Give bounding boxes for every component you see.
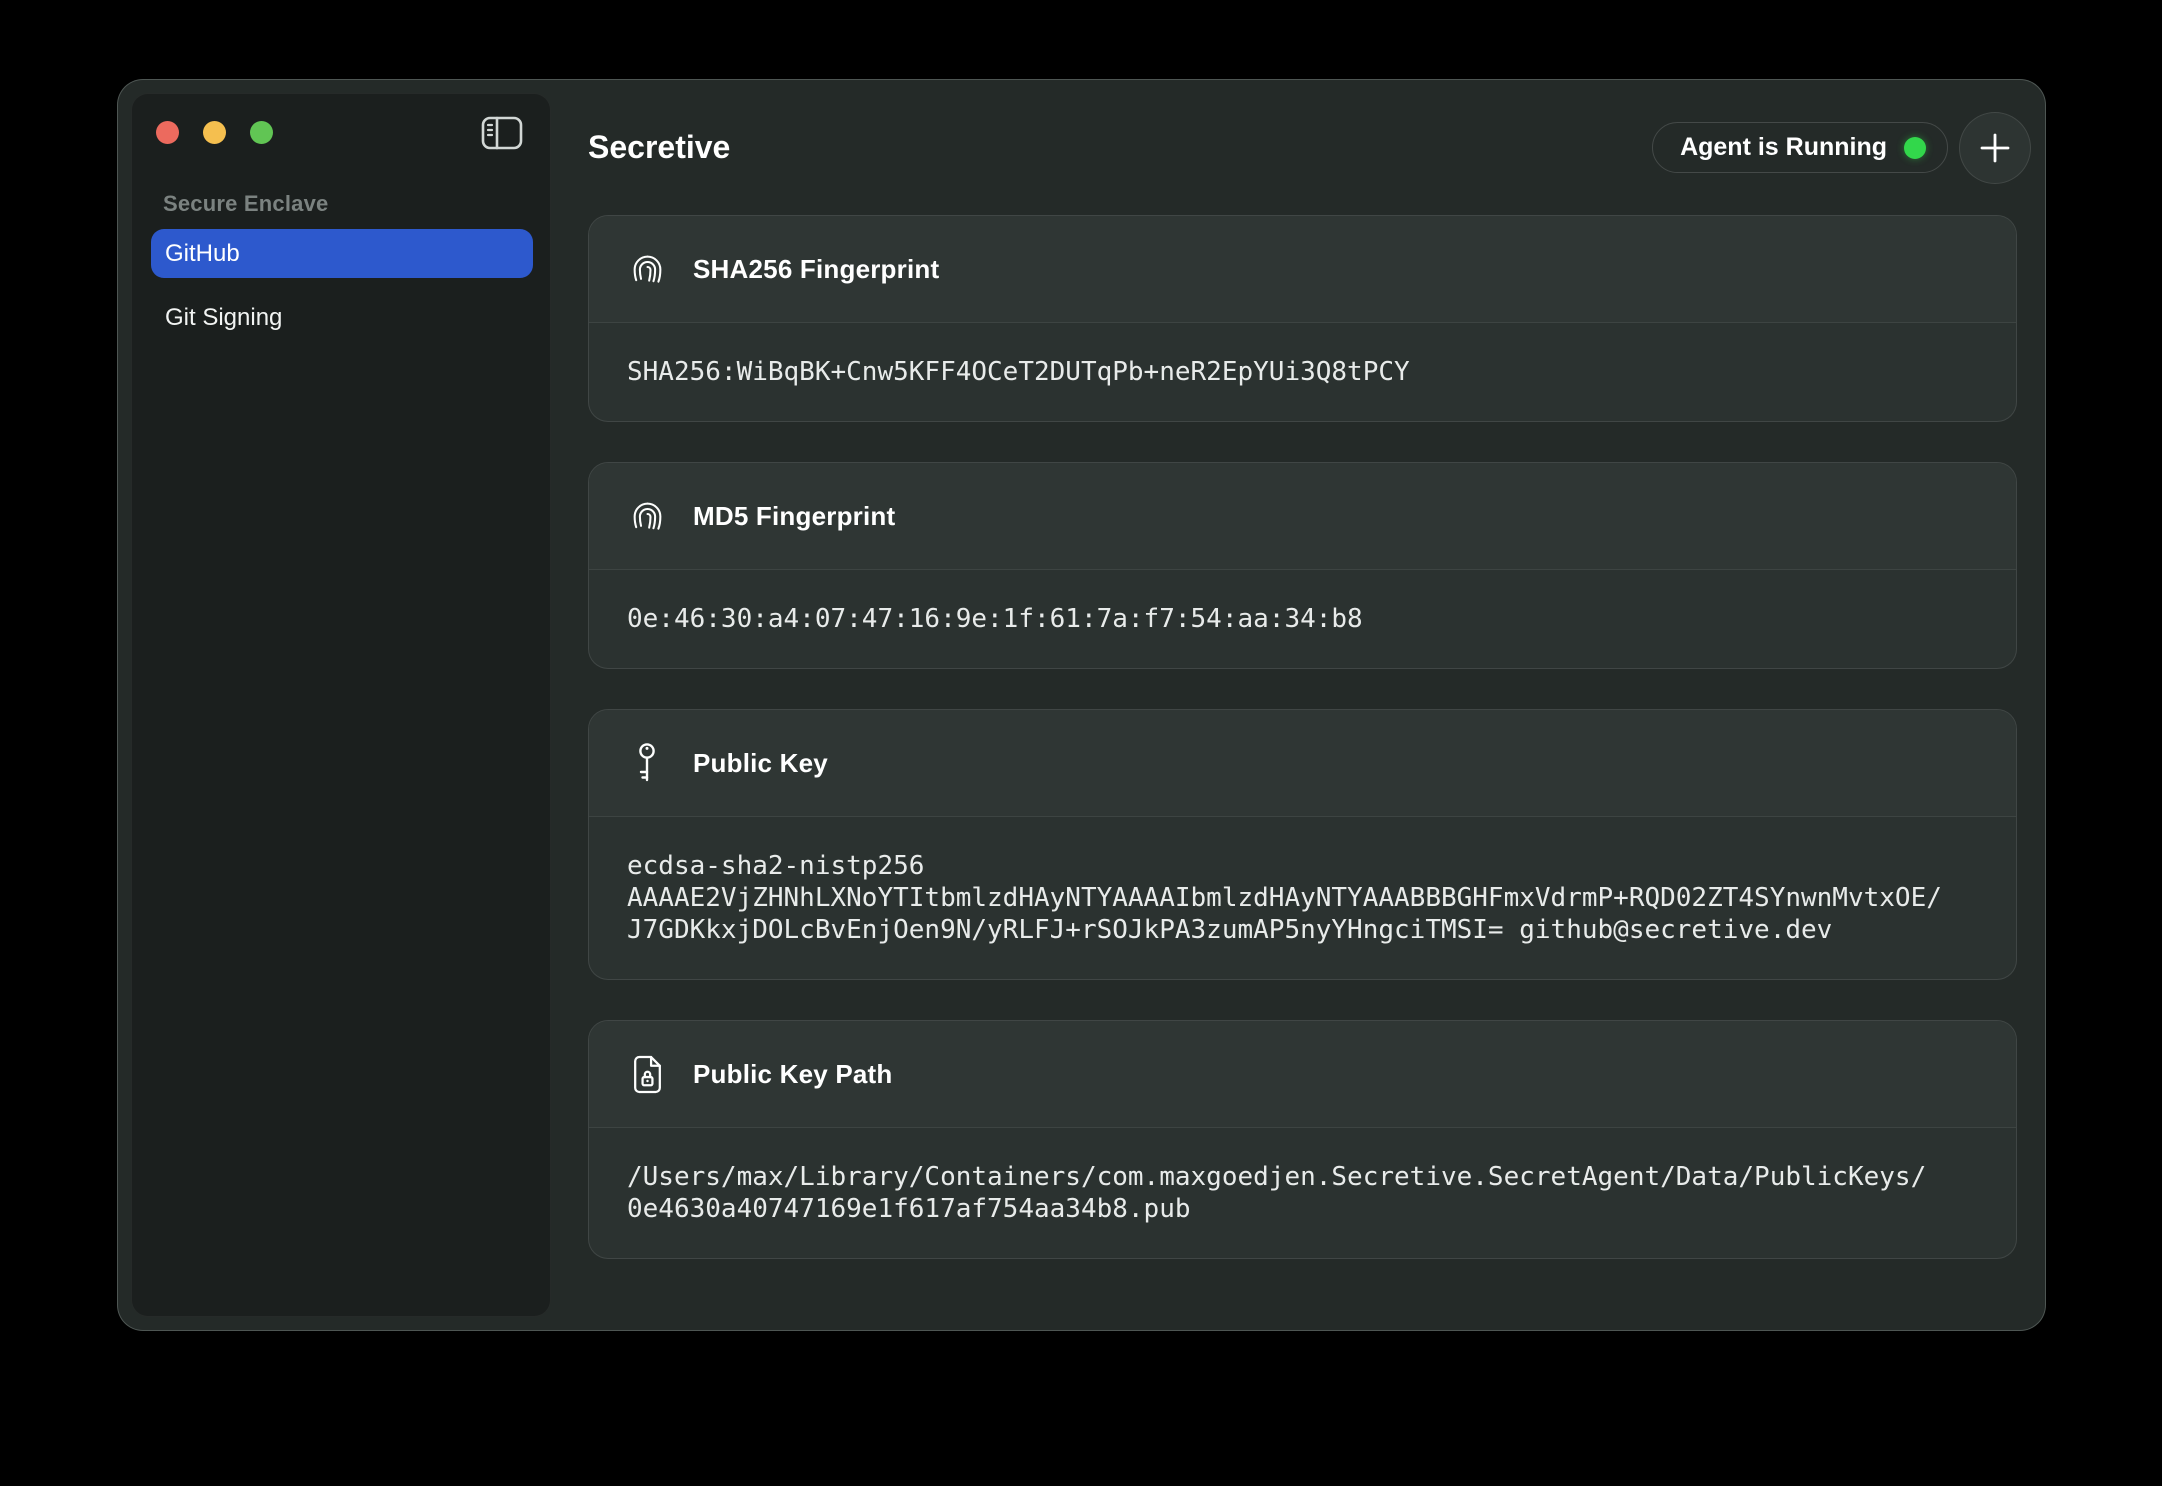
page-title: Secretive — [588, 129, 730, 166]
public-key-line: AAAAE2VjZHNhLXNoYTItbmlzdHAyNTYAAAAIbmlz… — [627, 882, 1978, 914]
card-title: SHA256 Fingerprint — [693, 254, 939, 285]
sidebar: Secure Enclave GitHub Git Signing — [131, 93, 551, 1317]
plus-icon — [1977, 130, 2013, 166]
card-title: Public Key Path — [693, 1059, 893, 1090]
sidebar-item-git-signing[interactable]: Git Signing — [151, 293, 533, 342]
sidebar-item-label: GitHub — [165, 240, 240, 268]
public-key-card: Public Key ecdsa-sha2-nistp256 AAAAE2VjZ… — [588, 709, 2017, 980]
sha256-fingerprint-card: SHA256 Fingerprint SHA256:WiBqBK+Cnw5KFF… — [588, 215, 2017, 422]
fingerprint-icon — [627, 498, 667, 535]
main-content: Secretive Agent is Running — [588, 80, 2045, 1330]
public-key-path-card: Public Key Path /Users/max/Library/Conta… — [588, 1020, 2017, 1259]
public-key-path-line: /Users/max/Library/Containers/com.maxgoe… — [627, 1161, 1978, 1193]
sidebar-toggle-button[interactable] — [480, 115, 524, 151]
card-header: Public Key Path — [589, 1021, 2016, 1128]
app-window: Secure Enclave GitHub Git Signing Secret… — [117, 79, 2046, 1331]
card-value: 0e:46:30:a4:07:47:16:9e:1f:61:7a:f7:54:a… — [589, 570, 2016, 668]
sidebar-section-label: Secure Enclave — [163, 191, 328, 217]
card-header: SHA256 Fingerprint — [589, 216, 2016, 323]
minimize-button[interactable] — [203, 121, 226, 144]
key-detail-cards: SHA256 Fingerprint SHA256:WiBqBK+Cnw5KFF… — [588, 215, 2017, 1259]
card-value: /Users/max/Library/Containers/com.maxgoe… — [589, 1128, 2016, 1258]
add-key-button[interactable] — [1959, 112, 2031, 184]
doc-lock-icon — [627, 1055, 667, 1094]
card-value: SHA256:WiBqBK+Cnw5KFF4OCeT2DUTqPb+neR2Ep… — [589, 323, 2016, 421]
card-value: ecdsa-sha2-nistp256 AAAAE2VjZHNhLXNoYTIt… — [589, 817, 2016, 979]
card-title: MD5 Fingerprint — [693, 501, 895, 532]
public-key-line: J7GDKkxjDOLcBvEnjOen9N/yRLFJ+rSOJkPA3zum… — [627, 914, 1978, 946]
sidebar-item-github[interactable]: GitHub — [151, 229, 533, 278]
agent-status-label: Agent is Running — [1680, 133, 1887, 162]
md5-value: 0e:46:30:a4:07:47:16:9e:1f:61:7a:f7:54:a… — [627, 603, 1978, 635]
card-header: Public Key — [589, 710, 2016, 817]
card-title: Public Key — [693, 748, 828, 779]
agent-status-dot-icon — [1904, 137, 1926, 159]
sidebar-toggle-icon — [481, 116, 523, 150]
fingerprint-icon — [627, 251, 667, 288]
agent-status-button[interactable]: Agent is Running — [1652, 122, 1948, 173]
public-key-path-line: 0e4630a40747169e1f617af754aa34b8.pub — [627, 1193, 1978, 1225]
sha256-value: SHA256:WiBqBK+Cnw5KFF4OCeT2DUTqPb+neR2Ep… — [627, 356, 1978, 388]
traffic-lights — [156, 121, 273, 144]
close-button[interactable] — [156, 121, 179, 144]
key-icon — [627, 742, 667, 784]
public-key-line: ecdsa-sha2-nistp256 — [627, 850, 1978, 882]
sidebar-item-label: Git Signing — [165, 304, 282, 332]
toolbar: Secretive Agent is Running — [588, 80, 2031, 215]
card-header: MD5 Fingerprint — [589, 463, 2016, 570]
md5-fingerprint-card: MD5 Fingerprint 0e:46:30:a4:07:47:16:9e:… — [588, 462, 2017, 669]
zoom-button[interactable] — [250, 121, 273, 144]
